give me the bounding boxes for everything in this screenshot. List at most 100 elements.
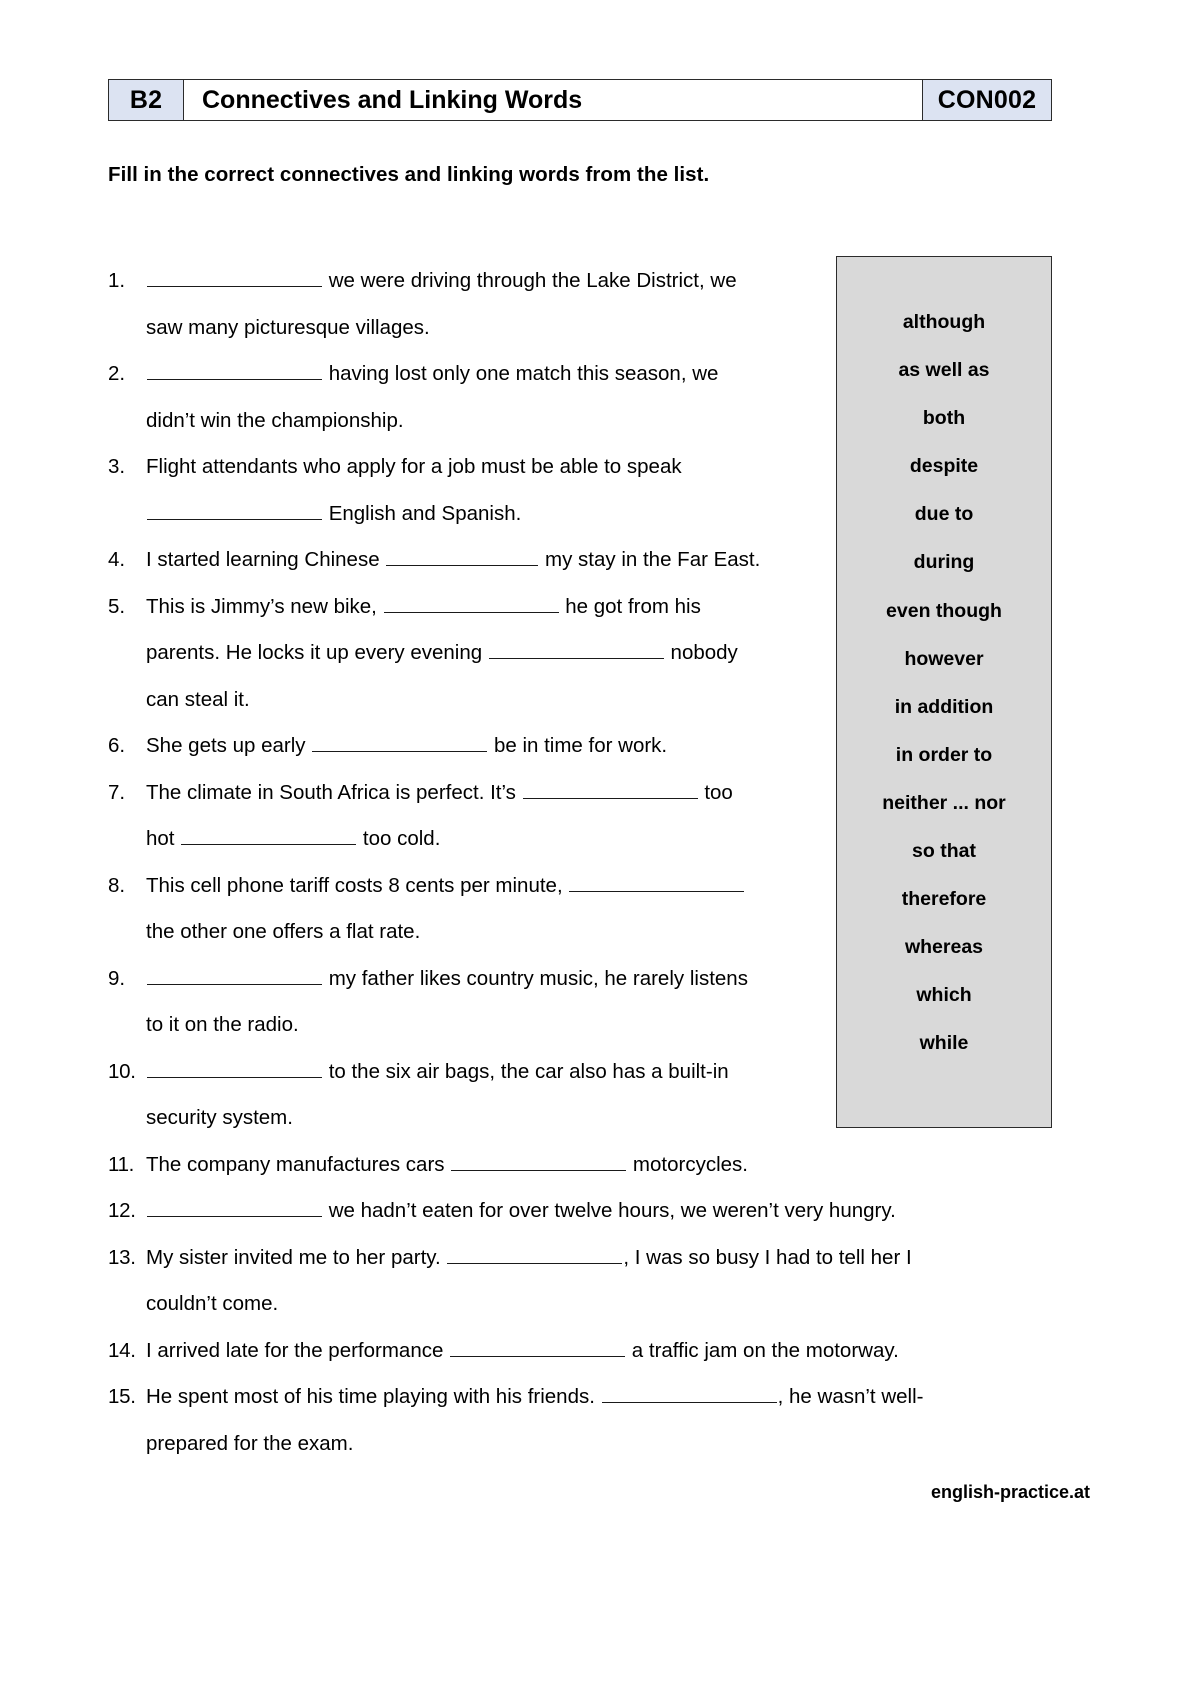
- answer-blank[interactable]: [147, 1053, 322, 1078]
- exercise-text-segment: didn’t win the championship.: [146, 408, 404, 432]
- exercise-text-segment: I arrived late for the performance: [146, 1338, 450, 1362]
- worksheet-header: B2 Connectives and Linking Words CON002: [108, 79, 1052, 121]
- exercise-text-segment: She gets up early: [146, 734, 312, 757]
- exercise-line: 4. I started learning Chinese my stay in …: [108, 537, 1052, 584]
- exercise-text: we were driving through the Lake Distric…: [146, 258, 1052, 305]
- answer-blank[interactable]: [447, 1239, 623, 1264]
- answer-blank[interactable]: [312, 727, 488, 752]
- exercise-line: 12. we hadn’t eaten for over twelve hour…: [108, 1188, 1052, 1235]
- answer-blank[interactable]: [147, 262, 322, 287]
- exercise-text-segment: , he wasn’t well-: [777, 1385, 924, 1408]
- exercise-number: 9.: [108, 966, 126, 990]
- exercise-number: 11.: [108, 1152, 135, 1176]
- answer-blank[interactable]: [522, 774, 698, 799]
- exercise-line: prepared for the exam.: [108, 1421, 1052, 1468]
- answer-blank[interactable]: [451, 1146, 627, 1171]
- exercise-line: 14. I arrived late for the performance a …: [108, 1328, 1052, 1375]
- exercise-number: 7.: [108, 780, 126, 804]
- answer-blank[interactable]: [147, 960, 322, 985]
- exercise-text-segment: having lost only one match this season, …: [323, 362, 719, 385]
- worksheet-code: CON002: [922, 80, 1051, 120]
- exercise-text: English and Spanish.: [146, 491, 1052, 538]
- exercise-number: 4.: [108, 548, 126, 571]
- exercise-text: He spent most of his time playing with h…: [146, 1374, 1052, 1421]
- exercise-line: can steal it.: [108, 677, 1052, 724]
- exercise-text-segment: prepared for the exam.: [146, 1431, 354, 1455]
- exercise-text-segment: This cell phone tariff costs 8 cents per…: [146, 873, 569, 897]
- answer-blank[interactable]: [488, 634, 664, 659]
- exercise-text-segment: to it on the radio.: [146, 1013, 299, 1036]
- answer-blank[interactable]: [383, 588, 559, 613]
- answer-blank[interactable]: [147, 1192, 322, 1217]
- exercise-line: didn’t win the championship.: [108, 398, 1052, 445]
- exercise-line: couldn’t come.: [108, 1281, 1052, 1328]
- exercise-text: security system.: [146, 1095, 1052, 1142]
- exercise-text: I arrived late for the performance a tra…: [146, 1328, 1052, 1375]
- exercise-text-segment: the other one offers a flat rate.: [146, 920, 421, 943]
- exercise-number: 5.: [108, 594, 126, 618]
- exercise-text: parents. He locks it up every evening no…: [146, 630, 1052, 677]
- exercise-line: 10. to the six air bags, the car also ha…: [108, 1049, 1052, 1096]
- exercise-text-segment: my stay in the Far East.: [539, 548, 761, 571]
- exercise-number: 2.: [108, 362, 126, 385]
- exercise-text-segment: I started learning Chinese: [146, 548, 386, 571]
- instruction-text: Fill in the correct connectives and link…: [108, 163, 710, 186]
- exercise-text: my father likes country music, he rarely…: [146, 956, 1052, 1003]
- exercise-line: 1. we were driving through the Lake Dist…: [108, 258, 1052, 305]
- exercise-text-segment: security system.: [146, 1106, 293, 1129]
- exercise-text: She gets up early be in time for work.: [146, 723, 1052, 770]
- exercise-text-segment: too: [698, 780, 733, 804]
- exercise-text: didn’t win the championship.: [146, 398, 1052, 445]
- exercise-text-segment: saw many picturesque villages.: [146, 315, 430, 339]
- exercise-text: Flight attendants who apply for a job mu…: [146, 444, 1052, 491]
- exercise-line: 3. Flight attendants who apply for a job …: [108, 444, 1052, 491]
- exercise-line: 8. This cell phone tariff costs 8 cents p…: [108, 863, 1052, 910]
- exercise-line: 7. The climate in South Africa is perfect…: [108, 770, 1052, 817]
- exercise-text-segment: we hadn’t eaten for over twelve hours, w…: [323, 1199, 896, 1222]
- exercise-text-segment: motorcycles.: [627, 1152, 748, 1176]
- exercise-number: 12.: [108, 1199, 136, 1222]
- exercise-number: 6.: [108, 734, 126, 757]
- exercise-text: to it on the radio.: [146, 1002, 1052, 1049]
- exercise-text: The company manufactures cars motorcycle…: [146, 1142, 1052, 1189]
- exercise-line: 13. My sister invited me to her party. , …: [108, 1235, 1052, 1282]
- exercise-text-segment: This is Jimmy’s new bike,: [146, 594, 383, 618]
- exercise-text-segment: The company manufactures cars: [146, 1152, 451, 1176]
- answer-blank[interactable]: [386, 541, 539, 566]
- exercise-text-segment: we were driving through the Lake Distric…: [323, 269, 737, 292]
- exercise-text: the other one offers a flat rate.: [146, 909, 1052, 956]
- exercise-line: 2. having lost only one match this seaso…: [108, 351, 1052, 398]
- exercise-text: This is Jimmy’s new bike, he got from hi…: [146, 584, 1052, 631]
- exercise-line: parents. He locks it up every evening no…: [108, 630, 1052, 677]
- exercise-number: 1.: [108, 269, 126, 292]
- footer-source: english-practice.at: [930, 1482, 1090, 1502]
- answer-blank[interactable]: [147, 355, 322, 380]
- answer-blank[interactable]: [147, 495, 322, 520]
- exercise-text: My sister invited me to her party. , I w…: [146, 1235, 1052, 1282]
- exercise-line: security system.: [108, 1095, 1052, 1142]
- exercise-text: can steal it.: [146, 677, 1052, 724]
- exercise-text: to the six air bags, the car also has a …: [146, 1049, 1052, 1096]
- exercise-text-segment: can steal it.: [146, 687, 250, 711]
- answer-blank[interactable]: [569, 867, 745, 892]
- exercise-text-segment: too cold.: [357, 827, 441, 850]
- exercise-number: 10.: [108, 1059, 136, 1083]
- answer-blank[interactable]: [450, 1332, 626, 1357]
- exercise-line: hot too cold.: [108, 816, 1052, 863]
- exercise-number: 3.: [108, 455, 126, 478]
- exercise-text-segment: couldn’t come.: [146, 1292, 279, 1315]
- exercise-text-segment: He spent most of his time playing with h…: [146, 1385, 601, 1408]
- exercise-text: hot too cold.: [146, 816, 1052, 863]
- exercise-text-segment: hot: [146, 827, 181, 850]
- exercise-text: having lost only one match this season, …: [146, 351, 1052, 398]
- exercise-text-segment: The climate in South Africa is perfect. …: [146, 780, 522, 804]
- exercise-text-segment: my father likes country music, he rarely…: [323, 966, 748, 990]
- exercise-text-segment: a traffic jam on the motorway.: [626, 1338, 899, 1362]
- level-badge: B2: [109, 80, 184, 120]
- exercise-line: 9. my father likes country music, he rar…: [108, 956, 1052, 1003]
- answer-blank[interactable]: [181, 820, 357, 845]
- page-title: Connectives and Linking Words: [184, 80, 922, 120]
- exercise-text: we hadn’t eaten for over twelve hours, w…: [146, 1188, 1052, 1235]
- answer-blank[interactable]: [601, 1378, 777, 1403]
- exercise-line: the other one offers a flat rate.: [108, 909, 1052, 956]
